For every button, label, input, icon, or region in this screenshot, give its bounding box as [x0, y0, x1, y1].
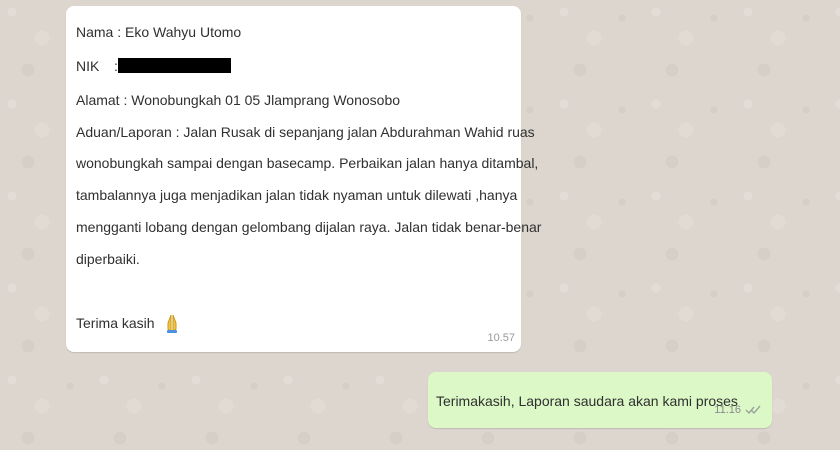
double-check-icon	[745, 405, 761, 415]
folded-hands-icon	[166, 314, 177, 334]
name-line: Nama : Eko Wahyu Utomo	[76, 24, 242, 40]
outgoing-message-text: Terimakasih, Laporan saudara akan kami p…	[436, 393, 738, 409]
outgoing-message-time: 11.16	[714, 404, 741, 416]
complaint-line-3: tambalannya juga menjadikan jalan tidak …	[76, 187, 518, 203]
complaint-line-1: Aduan/Laporan : Jalan Rusak di sepanjang…	[76, 124, 535, 140]
nik-label: NIK	[76, 58, 100, 74]
incoming-message-time: 10.57	[487, 332, 515, 344]
complaint-line-4: mengganti lobang dengan gelombang dijala…	[76, 219, 542, 235]
outgoing-message-bubble[interactable]: Terimakasih, Laporan saudara akan kami p…	[428, 372, 772, 428]
outgoing-message-meta: 11.16	[714, 404, 762, 416]
closing-text: Terima kasih	[76, 315, 155, 331]
complaint-line-2: wonobungkah sampai dengan basecamp. Perb…	[76, 155, 539, 171]
redacted-nik-box	[118, 58, 231, 73]
complaint-line-5: diperbaiki.	[76, 251, 140, 267]
incoming-message-bubble[interactable]: Nama : Eko Wahyu Utomo NIK : Alamat : Wo…	[66, 6, 541, 352]
closing-row: Terima kasih	[76, 312, 181, 334]
address-line: Alamat : Wonobungkah 01 05 Jlamprang Won…	[76, 92, 401, 108]
